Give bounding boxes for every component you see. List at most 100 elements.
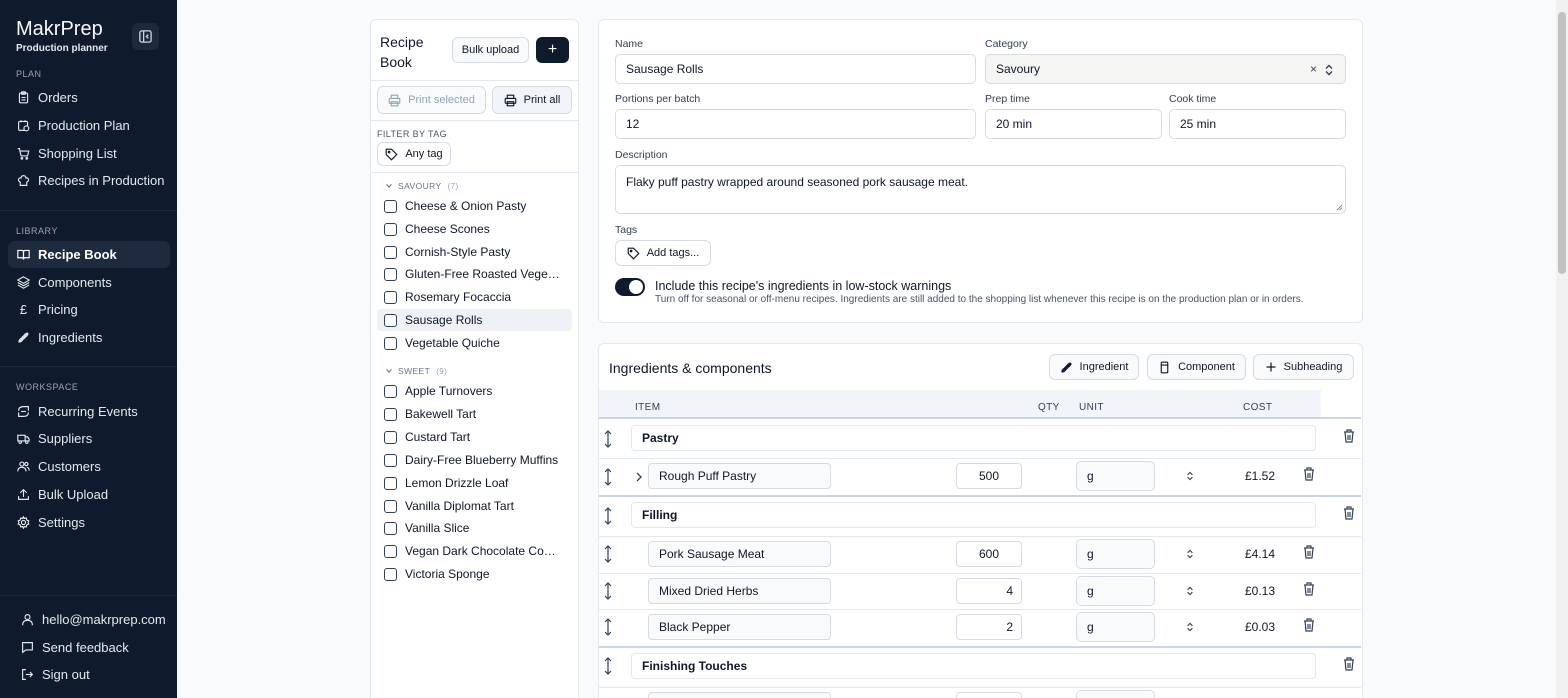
add-tags-button[interactable]: Add tags... — [615, 240, 711, 266]
name-input[interactable]: Sausage Rolls — [615, 54, 976, 84]
trash-icon[interactable] — [1303, 582, 1315, 596]
prep-time-input[interactable]: 20 min — [985, 109, 1162, 139]
nav-pricing[interactable]: £ Pricing — [8, 296, 170, 323]
add-recipe-button[interactable]: + — [536, 37, 569, 63]
add-subheading-button[interactable]: Subheading — [1253, 354, 1354, 380]
send-feedback-button[interactable]: Send feedback — [12, 634, 174, 661]
recipe-checkbox[interactable] — [384, 453, 397, 467]
nav-production-plan[interactable]: Production Plan — [8, 112, 170, 139]
qty-input[interactable] — [956, 692, 1022, 698]
chevron-right-icon[interactable] — [635, 472, 643, 482]
trash-icon[interactable] — [1303, 618, 1315, 632]
subheading-finishing-touches[interactable]: Finishing Touches — [631, 653, 1316, 679]
recipe-item[interactable]: Cheese & Onion Pasty — [377, 195, 572, 217]
recipe-checkbox[interactable] — [384, 430, 397, 444]
portions-input[interactable]: 12 — [615, 109, 976, 139]
cook-time-input[interactable]: 25 min — [1169, 109, 1346, 139]
trash-icon[interactable] — [1343, 506, 1355, 520]
unit-select[interactable]: g — [1076, 461, 1155, 491]
low-stock-toggle[interactable] — [615, 278, 645, 296]
recipe-item[interactable]: Vanilla Slice — [377, 517, 572, 539]
sign-out-button[interactable]: Sign out — [12, 661, 174, 688]
nav-recurring-events[interactable]: Recurring Events — [8, 398, 170, 425]
item-field[interactable]: Mixed Dried Herbs — [648, 578, 831, 604]
trash-icon[interactable] — [1303, 545, 1315, 559]
chevron-updown-icon[interactable] — [1186, 548, 1194, 560]
recipe-item[interactable]: Vegetable Quiche — [377, 332, 572, 354]
nav-ingredients[interactable]: Ingredients — [8, 324, 170, 351]
item-field[interactable]: Black Pepper — [648, 614, 831, 640]
nav-customers[interactable]: Customers — [8, 453, 170, 480]
drag-handle-icon[interactable] — [603, 657, 613, 675]
recipe-item[interactable]: Cornish-Style Pasty — [377, 241, 572, 263]
chevron-updown-icon[interactable] — [1186, 621, 1194, 633]
collapse-sidebar-button[interactable] — [132, 23, 159, 50]
unit-select[interactable]: g — [1076, 539, 1155, 569]
nav-orders[interactable]: Orders — [8, 84, 170, 111]
recipe-checkbox[interactable] — [384, 222, 397, 236]
chevron-updown-icon[interactable] — [1186, 470, 1194, 482]
qty-input[interactable]: 500 — [956, 463, 1022, 489]
recipe-checkbox[interactable] — [384, 521, 397, 535]
category-select[interactable]: Savoury × — [985, 54, 1346, 84]
recipe-checkbox[interactable] — [384, 499, 397, 513]
recipe-item[interactable]: Rosemary Focaccia — [377, 286, 572, 308]
recipe-checkbox[interactable] — [384, 245, 397, 259]
recipe-item[interactable]: Cheese Scones — [377, 218, 572, 240]
nav-recipes-in-production[interactable]: Recipes in Production — [8, 167, 170, 194]
add-ingredient-button[interactable]: Ingredient — [1049, 354, 1139, 380]
recipe-item[interactable]: Lemon Drizzle Loaf — [377, 472, 572, 494]
nav-components[interactable]: Components — [8, 269, 170, 296]
item-field[interactable]: Pork Sausage Meat — [648, 541, 831, 567]
description-textarea[interactable]: Flaky puff pastry wrapped around seasone… — [615, 165, 1346, 214]
group-header-sweet[interactable]: SWEET (9) — [385, 366, 447, 376]
subheading-filling[interactable]: Filling — [631, 502, 1316, 528]
account-email[interactable]: hello@makrprep.com — [12, 606, 174, 633]
nav-shopping-list[interactable]: Shopping List — [8, 140, 170, 167]
drag-handle-icon[interactable] — [603, 507, 613, 525]
nav-settings[interactable]: Settings — [8, 509, 170, 536]
unit-select[interactable]: g — [1076, 576, 1155, 606]
tag-filter-button[interactable]: Any tag — [377, 142, 451, 166]
recipe-checkbox[interactable] — [384, 290, 397, 304]
drag-handle-icon[interactable] — [603, 545, 613, 563]
recipe-item[interactable]: Victoria Sponge — [377, 563, 572, 585]
recipe-checkbox[interactable] — [384, 313, 397, 327]
group-header-savoury[interactable]: SAVOURY (7) — [385, 181, 459, 191]
recipe-checkbox[interactable] — [384, 384, 397, 398]
recipe-checkbox[interactable] — [384, 336, 397, 350]
recipe-item[interactable]: Bakewell Tart — [377, 403, 572, 425]
drag-handle-icon[interactable] — [603, 582, 613, 600]
recipe-checkbox[interactable] — [384, 567, 397, 581]
recipe-checkbox[interactable] — [384, 476, 397, 490]
nav-bulk-upload[interactable]: Bulk Upload — [8, 481, 170, 508]
recipe-item[interactable]: Custard Tart — [377, 426, 572, 448]
recipe-checkbox[interactable] — [384, 267, 397, 281]
bulk-upload-button[interactable]: Bulk upload — [452, 37, 529, 63]
recipe-item[interactable]: Apple Turnovers — [377, 380, 572, 402]
print-selected-button[interactable]: Print selected — [377, 86, 486, 114]
drag-handle-icon[interactable] — [603, 468, 613, 486]
unit-select[interactable] — [1076, 690, 1155, 698]
page-scrollbar[interactable] — [1556, 0, 1568, 698]
qty-input[interactable]: 4 — [956, 578, 1022, 604]
recipe-item[interactable]: Vegan Dark Chocolate Cookies — [377, 540, 572, 562]
recipe-item[interactable]: Dairy-Free Blueberry Muffins — [377, 449, 572, 471]
recipe-checkbox[interactable] — [384, 544, 397, 558]
add-component-button[interactable]: Component — [1147, 354, 1246, 380]
chevron-updown-icon[interactable] — [1186, 585, 1194, 597]
print-all-button[interactable]: Print all — [492, 86, 572, 114]
nav-recipe-book[interactable]: Recipe Book — [8, 241, 170, 268]
clear-icon[interactable]: × — [1310, 62, 1317, 76]
recipe-item-selected[interactable]: Sausage Rolls — [377, 309, 572, 331]
item-field[interactable]: Rough Puff Pastry — [648, 463, 831, 489]
recipe-item[interactable]: Gluten-Free Roasted Vegetable Tart — [377, 263, 572, 285]
resize-handle-icon[interactable] — [1336, 204, 1343, 211]
qty-input[interactable]: 2 — [956, 614, 1022, 640]
trash-icon[interactable] — [1343, 429, 1355, 443]
trash-icon[interactable] — [1303, 467, 1315, 481]
trash-icon[interactable] — [1343, 657, 1355, 671]
item-field[interactable] — [648, 692, 831, 698]
recipe-checkbox[interactable] — [384, 407, 397, 421]
drag-handle-icon[interactable] — [603, 430, 613, 448]
